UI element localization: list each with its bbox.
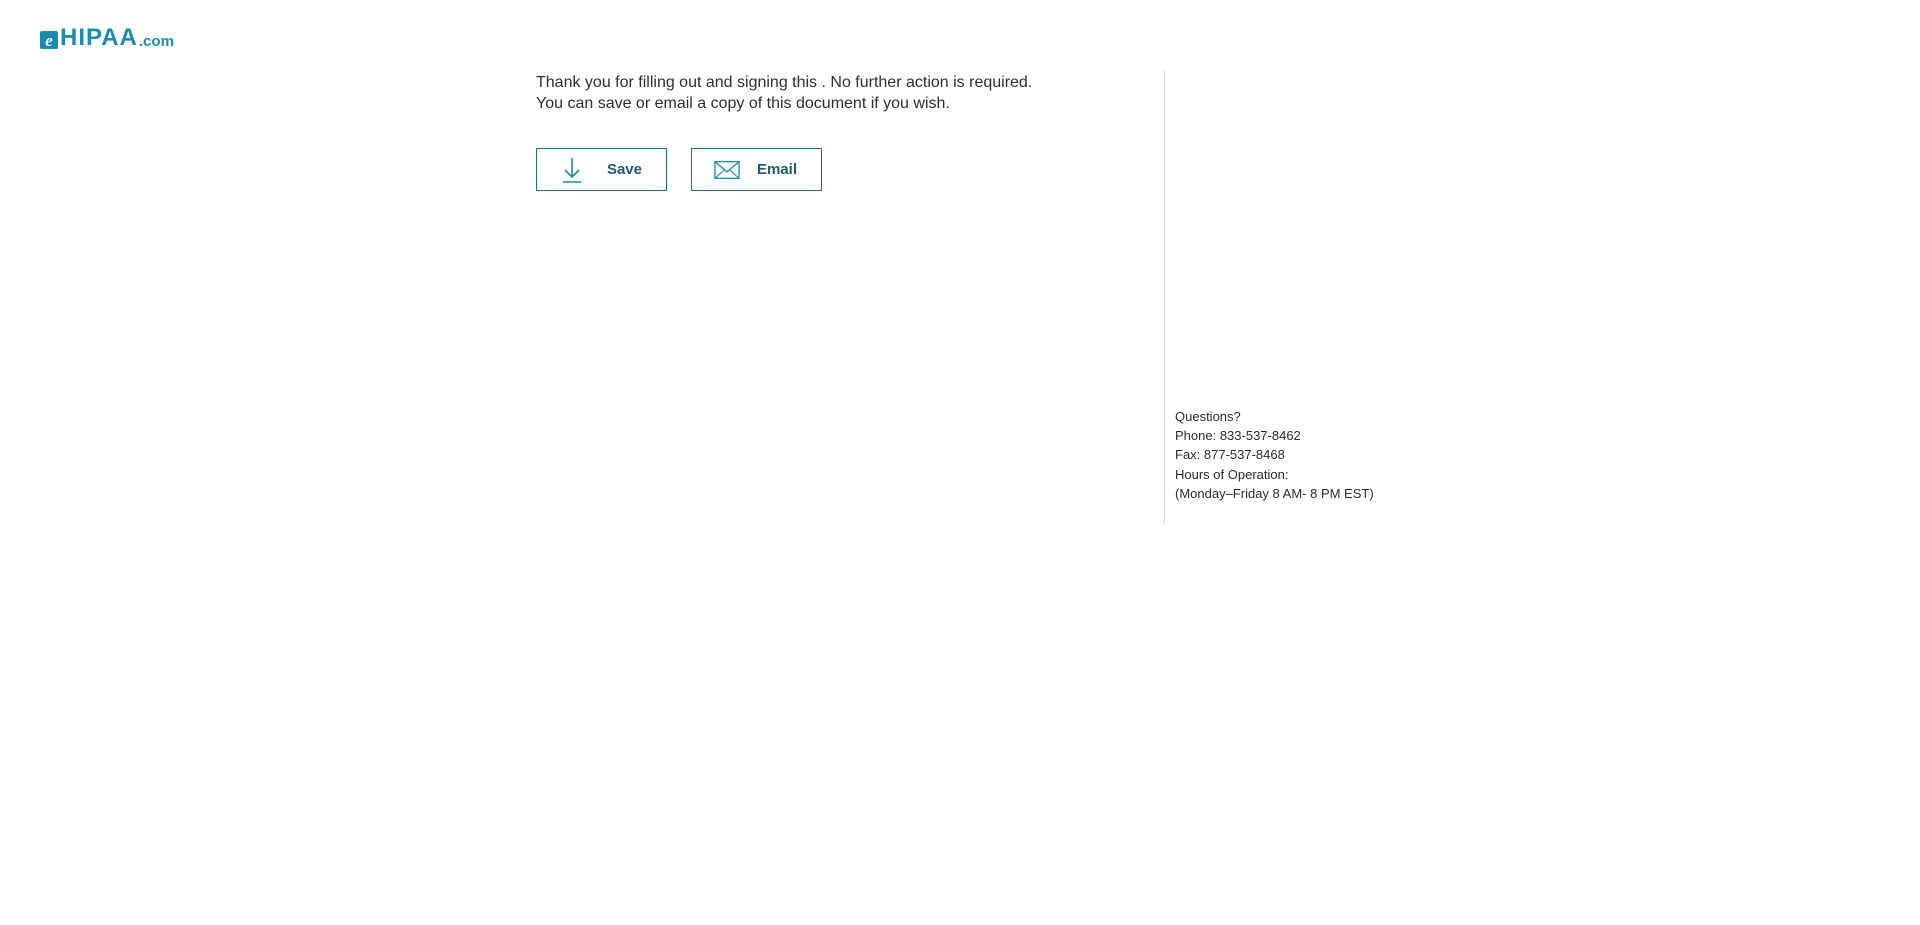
message-line-2: You can save or email a copy of this doc…	[536, 95, 950, 112]
save-button[interactable]: Save	[536, 148, 667, 191]
save-button-label: Save	[606, 161, 642, 178]
message-line-1: Thank you for filling out and signing th…	[536, 74, 1033, 91]
logo-suffix: .com	[138, 33, 174, 50]
page: e HIPAA .com Thank you for filling out a…	[0, 0, 1920, 925]
download-icon	[559, 156, 585, 184]
hours-label: Hours of Operation:	[1175, 466, 1289, 482]
confirmation-message: Thank you for filling out and signing th…	[536, 72, 1136, 114]
questions-label: Questions?	[1175, 409, 1241, 424]
main-content: Thank you for filling out and signing th…	[536, 72, 1136, 191]
phone-number: Phone: 833-537-8462	[1175, 428, 1301, 444]
logo-mark: e	[40, 31, 58, 49]
action-buttons: Save Email	[536, 148, 1136, 191]
email-button-label: Email	[756, 161, 797, 178]
contact-info: Questions? Phone: 833-537-8462 Fax: 877-…	[1175, 407, 1374, 503]
logo-text: HIPAA	[60, 24, 138, 51]
vertical-divider	[1164, 70, 1165, 523]
hours-value: (Monday–Friday 8 AM- 8 PM EST)	[1175, 485, 1374, 501]
ehipaa-logo[interactable]: e HIPAA .com	[40, 26, 174, 50]
fax-number: Fax: 877-537-8468	[1175, 447, 1285, 463]
email-button[interactable]: Email	[691, 148, 822, 191]
envelope-icon	[714, 156, 740, 184]
